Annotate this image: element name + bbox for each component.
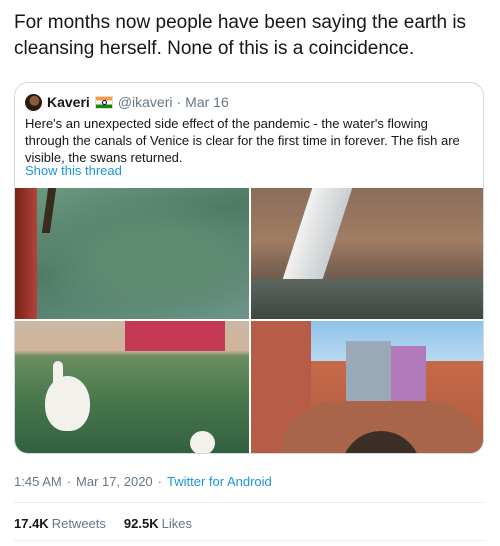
separator-dot: · [176,94,182,110]
tweet-stats: 17.4K Retweets 92.5K Likes [14,516,210,531]
show-thread-link[interactable]: Show this thread [25,163,122,178]
quoted-author-handle[interactable]: @ikaveri [118,94,173,110]
tweet-date[interactable]: Mar 17, 2020 [76,474,153,489]
quoted-text: Here's an unexpected side effect of the … [25,116,460,165]
photo-swan-second [190,431,215,453]
photo-venice-bridge[interactable] [251,321,483,453]
photo-pole [41,188,57,233]
retweets-count: 17.4K [14,516,49,531]
divider [14,540,484,541]
photo-bridge-arch[interactable] [251,188,483,319]
retweets-stat[interactable]: 17.4K Retweets [14,516,106,531]
avatar[interactable] [25,93,42,111]
photo-swan-body [45,376,90,431]
tweet-source[interactable]: Twitter for Android [167,474,272,489]
quoted-tweet[interactable]: Kaveri @ikaveri · Mar 16 Here's an unexp… [14,82,484,454]
tweet-text: For months now people have been saying t… [14,12,467,59]
photo-water [251,279,483,319]
photo-fish-canal[interactable] [15,188,249,319]
india-flag-icon [94,95,113,109]
likes-count: 92.5K [123,516,159,531]
quoted-date[interactable]: Mar 16 [185,94,229,110]
tweet-meta: 1:45 AM · Mar 17, 2020 · Twitter for And… [14,474,272,489]
divider [14,502,484,503]
photo-wall [15,188,37,319]
likes-stat[interactable]: 92.5K Likes [124,516,192,531]
quoted-header: Kaveri @ikaveri · Mar 16 [25,92,229,112]
tweet-time[interactable]: 1:45 AM [14,474,62,489]
photo-swan[interactable] [15,321,249,453]
likes-label: Likes [161,516,192,531]
photo-building [125,321,225,351]
retweets-label: Retweets [51,516,106,531]
separator-dot: · [66,474,72,489]
separator-dot: · [157,474,162,489]
quoted-author-name[interactable]: Kaveri [47,94,90,110]
photo-grid [15,188,483,453]
